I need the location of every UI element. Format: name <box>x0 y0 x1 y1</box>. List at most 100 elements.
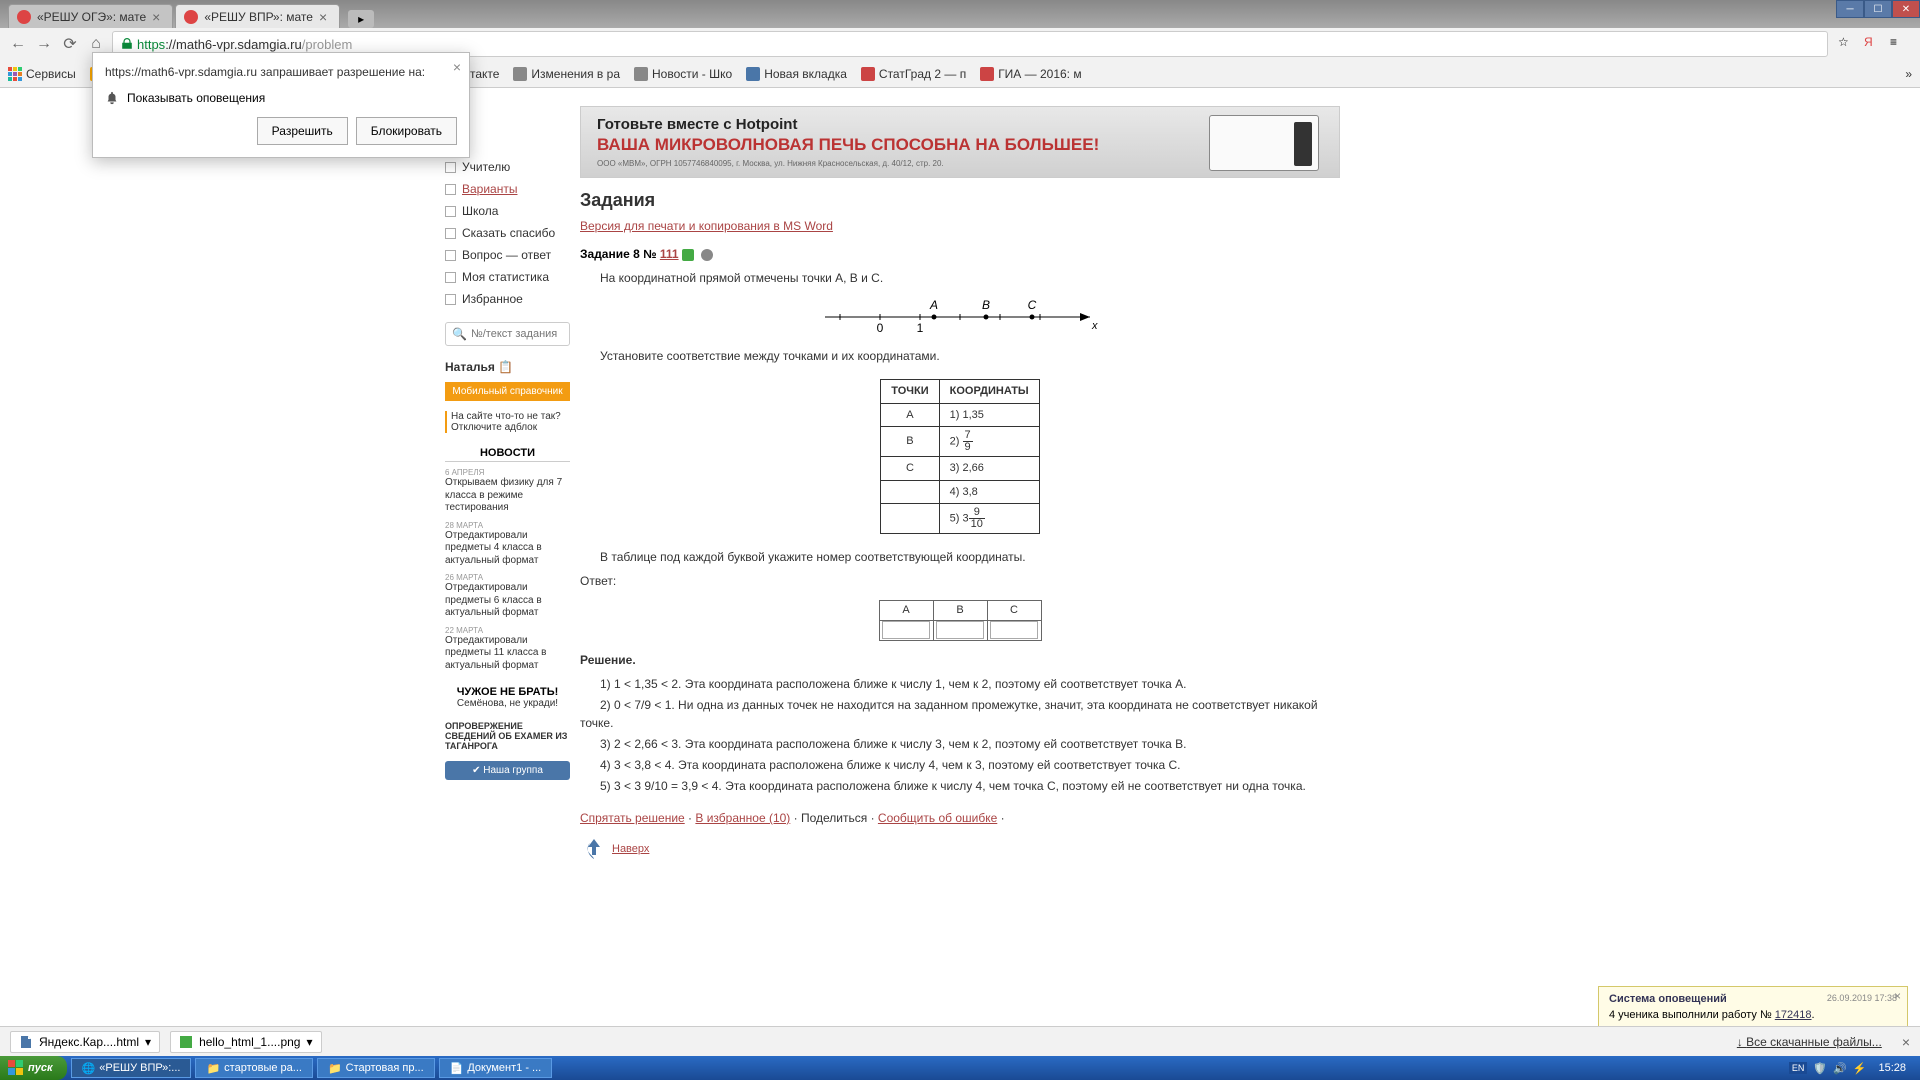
menu-icon[interactable]: ≡ <box>1890 35 1908 53</box>
minimize-button[interactable]: ─ <box>1836 0 1864 18</box>
bookmark-item[interactable]: Новости - Шко <box>634 67 732 81</box>
taskbar-item[interactable]: 📄 Документ1 - ... <box>439 1058 553 1078</box>
scroll-top-link[interactable]: Наверх <box>612 841 649 858</box>
hide-solution-link[interactable]: Спрятать решение <box>580 811 685 825</box>
url-scheme: https <box>137 37 165 52</box>
sidebar-item[interactable]: Избранное <box>445 288 570 310</box>
tray-icon[interactable]: 🛡️ <box>1813 1062 1827 1075</box>
task-type-icon <box>682 249 694 261</box>
sidebar-item[interactable]: Вопрос — ответ <box>445 244 570 266</box>
start-button[interactable]: пуск <box>0 1056 67 1080</box>
allow-button[interactable]: Разрешить <box>257 117 348 145</box>
bookmark-item[interactable]: Новая вкладка <box>746 67 847 81</box>
solution-header: Решение. <box>580 651 1340 669</box>
bookmark-item[interactable]: ГИА — 2016: м <box>980 67 1081 81</box>
sidebar-item[interactable]: Сказать спасибо <box>445 222 570 244</box>
bookmark-icon <box>746 67 760 81</box>
apps-button[interactable]: Сервисы <box>8 67 76 81</box>
favorite-link[interactable]: В избранное (10) <box>695 811 790 825</box>
answer-label: Ответ: <box>580 572 1340 590</box>
sidebar-item[interactable]: Варианты <box>445 178 570 200</box>
checkbox-icon <box>445 294 456 305</box>
show-all-downloads[interactable]: ↓ Все скачанные файлы... <box>1737 1035 1882 1049</box>
ad-banner[interactable]: Готовьте вместе с Hotpoint ВАША МИКРОВОЛ… <box>580 106 1340 178</box>
taskbar: пуск 🌐 «РЕШУ ВПР»:... 📁 стартовые ра... … <box>0 1056 1920 1080</box>
tab-title: «РЕШУ ВПР»: мате <box>204 10 313 24</box>
semenova-link[interactable]: Семёнова, не укради! <box>445 698 570 711</box>
new-tab-button[interactable]: ▸ <box>348 10 374 28</box>
url-path: /problem <box>302 37 353 52</box>
news-header: НОВОСТИ <box>445 447 570 462</box>
taskbar-item[interactable]: 📁 стартовые ра... <box>195 1058 312 1078</box>
maximize-button[interactable]: ☐ <box>1864 0 1892 18</box>
news-item[interactable]: 6 АПРЕЛЯОткрываем физику для 7 класса в … <box>445 468 570 515</box>
task-text: В таблице под каждой буквой укажите номе… <box>580 548 1340 566</box>
vk-group-button[interactable]: ✔ Наша группа <box>445 761 570 780</box>
print-link[interactable]: Версия для печати и копирования в MS Wor… <box>580 219 833 233</box>
task-text: Установите соответствие между точками и … <box>580 347 1340 365</box>
tab-0[interactable]: «РЕШУ ОГЭ»: мате × <box>8 4 173 28</box>
answer-input-b[interactable] <box>936 621 984 639</box>
bookmark-icon <box>861 67 875 81</box>
report-error-link[interactable]: Сообщить об ошибке <box>878 811 997 825</box>
toast-date: 26.09.2019 17:38 <box>1827 993 1897 1003</box>
back-button[interactable]: ← <box>8 34 28 54</box>
bell-icon <box>105 91 119 105</box>
clock[interactable]: 15:28 <box>1872 1062 1912 1074</box>
close-window-button[interactable]: ✕ <box>1892 0 1920 18</box>
sidebar-item[interactable]: Школа <box>445 200 570 222</box>
sidebar-item[interactable]: Моя статистика <box>445 266 570 288</box>
checkbox-icon <box>445 228 456 239</box>
share-link[interactable]: Поделиться <box>801 811 867 825</box>
close-icon[interactable]: × <box>319 9 327 25</box>
refutation-link[interactable]: ОПРОВЕРЖЕНИЕ СВЕДЕНИЙ ОБ EXAMER ИЗ ТАГАН… <box>445 721 570 751</box>
toast-link[interactable]: 172418 <box>1775 1009 1812 1021</box>
block-button[interactable]: Блокировать <box>356 117 457 145</box>
bookmarks-overflow[interactable]: » <box>1905 67 1912 81</box>
close-icon[interactable]: × <box>453 59 461 75</box>
answer-input-c[interactable] <box>990 621 1038 639</box>
task-header: Задание 8 № 111 <box>580 247 1340 261</box>
toast-header: Система оповещений <box>1609 993 1727 1005</box>
user-name[interactable]: Наталья 📋 <box>445 360 570 374</box>
taskbar-item[interactable]: 🌐 «РЕШУ ВПР»:... <box>71 1058 192 1078</box>
forward-button[interactable]: → <box>34 34 54 54</box>
search-box[interactable]: 🔍 <box>445 322 570 346</box>
search-input[interactable] <box>471 328 561 340</box>
tab-1[interactable]: «РЕШУ ВПР»: мате × <box>175 4 340 28</box>
mobile-ref-button[interactable]: Мобильный справочник <box>445 382 570 401</box>
bookmark-icon <box>513 67 527 81</box>
answer-input-a[interactable] <box>882 621 930 639</box>
task-footer: Спрятать решение · В избранное (10) · По… <box>580 809 1340 827</box>
up-arrow-icon[interactable] <box>580 835 608 863</box>
download-item[interactable]: hello_html_1....png ▾ <box>170 1031 321 1053</box>
star-icon[interactable]: ☆ <box>1838 35 1856 53</box>
tray-icon[interactable]: 🔊 <box>1833 1062 1847 1075</box>
language-indicator[interactable]: EN <box>1789 1062 1808 1074</box>
home-button[interactable]: ⌂ <box>86 34 106 54</box>
apps-label: Сервисы <box>26 67 76 81</box>
tabs-row: «РЕШУ ОГЭ»: мате × «РЕШУ ВПР»: мате × ▸ … <box>0 0 1920 28</box>
apps-icon <box>8 67 22 81</box>
taskbar-item[interactable]: 📁 Стартовая пр... <box>317 1058 435 1078</box>
download-item[interactable]: Яндекс.Кар....html ▾ <box>10 1031 160 1053</box>
news-item[interactable]: 26 МАРТАОтредактировали предметы 6 класс… <box>445 573 570 620</box>
task-number-link[interactable]: 111 <box>660 247 679 261</box>
close-icon[interactable]: × <box>1902 1034 1910 1050</box>
reload-button[interactable]: ⟳ <box>60 34 80 54</box>
file-icon <box>19 1035 33 1049</box>
extension-icon[interactable]: Я <box>1864 35 1882 53</box>
close-icon[interactable]: × <box>1894 989 1901 1003</box>
notification-toast: × Система оповещений 26.09.2019 17:38 4 … <box>1598 986 1908 1028</box>
tray-icon[interactable]: ⚡ <box>1853 1062 1867 1075</box>
bookmark-icon <box>980 67 994 81</box>
news-item[interactable]: 28 МАРТАОтредактировали предметы 4 класс… <box>445 521 570 568</box>
svg-text:1: 1 <box>917 321 924 335</box>
sidebar-item[interactable]: Учителю <box>445 156 570 178</box>
close-icon[interactable]: × <box>152 9 160 25</box>
bookmark-item[interactable]: Изменения в ра <box>513 67 620 81</box>
checkbox-icon <box>445 184 456 195</box>
permission-option: Показывать оповещения <box>127 91 265 105</box>
bookmark-item[interactable]: СтатГрад 2 — п <box>861 67 966 81</box>
news-item[interactable]: 22 МАРТАОтредактировали предметы 11 клас… <box>445 626 570 673</box>
